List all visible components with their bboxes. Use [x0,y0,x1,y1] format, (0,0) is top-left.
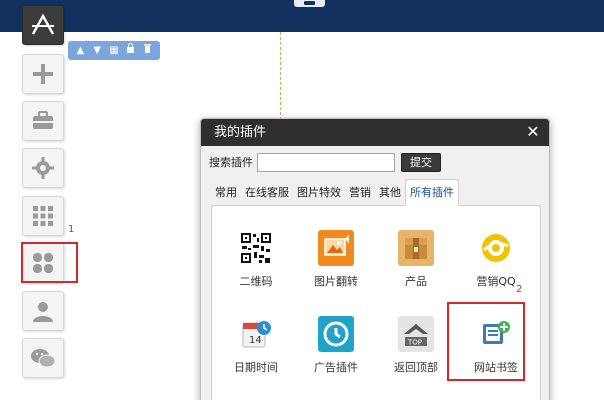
back-to-top-icon: TOP [398,316,434,352]
trash-icon[interactable] [142,41,154,60]
tab-image-effects[interactable]: 图片特效 [293,180,345,205]
product-box-icon [398,230,434,266]
tab-online-service[interactable]: 在线客服 [241,180,293,205]
grid-icon [32,205,54,227]
logo-icon [30,13,56,37]
annotation-label-1: 1 [68,224,75,235]
plugin-item-image-flip[interactable]: 图片翻转 [301,230,371,289]
sidebar-settings-button[interactable] [22,148,64,188]
plugin-label: 广告插件 [314,361,358,374]
plugin-item-datetime[interactable]: 14 日期时间 [221,316,291,375]
sidebar-user-button[interactable] [22,291,64,331]
chevron-down-icon[interactable]: ▼ [91,41,103,60]
annotation-box-2 [447,302,525,381]
tab-marketing[interactable]: 营销 [345,180,375,205]
user-icon [31,299,55,323]
close-icon[interactable]: ✕ [526,119,540,146]
plugin-label: 图片翻转 [314,275,358,288]
plugin-label: 日期时间 [234,361,278,374]
plugin-item-ad[interactable]: 广告插件 [301,316,371,375]
plugin-item-back-to-top[interactable]: TOP 返回顶部 [381,316,451,375]
tab-all-plugins[interactable]: 所有插件 [405,179,459,206]
dialog-title: 我的插件 [214,125,267,140]
search-label: 搜索插件 [209,156,253,169]
plugin-item-qrcode[interactable]: 二维码 [221,230,291,289]
dialog-header: 我的插件 ✕ [201,119,549,146]
chevron-up-icon[interactable]: ▲ [74,41,86,60]
ad-plugin-icon [318,316,354,352]
plugin-label: 二维码 [239,275,273,288]
top-header-bar [0,0,604,32]
wechat-icon [30,347,56,369]
image-flip-icon [318,230,354,266]
annotation-label-2: 2 [516,284,523,295]
header-center-icon[interactable] [294,0,325,7]
toolbox-icon [31,110,55,132]
plugin-tabs: 常用 在线客服 图片特效 营销 其他 所有插件 [211,179,541,206]
plugin-label: 返回顶部 [394,361,438,374]
add-icon [31,62,55,86]
plugin-search-row: 搜索插件 提交 [209,152,441,172]
sidebar-toolbox-button[interactable] [22,101,64,141]
svg-text:TOP: TOP [407,339,422,347]
gear-icon [31,156,55,180]
calendar-clock-icon: 14 [238,316,274,352]
plugin-item-marketing-qq[interactable]: 营销QQ [461,230,531,289]
plugin-item-product[interactable]: 产品 [381,230,451,289]
submit-button[interactable]: 提交 [401,152,441,172]
sidebar-grid-button[interactable] [22,196,64,236]
sidebar-wechat-button[interactable] [22,338,64,378]
tab-common[interactable]: 常用 [211,180,241,205]
layout-icon[interactable]: ▦ [108,41,120,60]
qrcode-icon [238,230,274,266]
plugin-label: 产品 [405,275,427,288]
sidebar-logo-button[interactable] [22,5,64,45]
svg-text:14: 14 [249,335,262,346]
sidebar-add-button[interactable] [22,54,64,94]
qq-marketing-icon [478,230,514,266]
lock-icon[interactable] [125,41,137,60]
search-input[interactable] [257,152,395,172]
element-mini-toolbar: ▲ ▼ ▦ [68,41,160,60]
tab-other[interactable]: 其他 [375,180,405,205]
annotation-box-1 [21,242,78,283]
